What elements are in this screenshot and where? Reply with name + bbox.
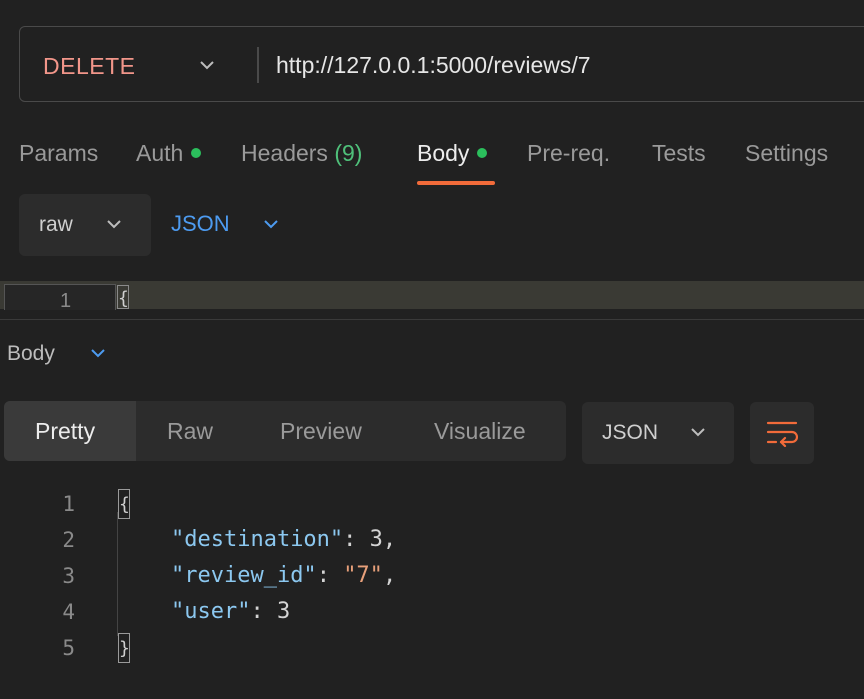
json-value: 3 (276, 599, 291, 624)
tab-label: Body (417, 140, 470, 166)
view-preview[interactable]: Preview (280, 415, 362, 447)
tab-label: Pre-req. (527, 140, 611, 166)
json-key: "user" (170, 599, 251, 624)
tab-label: Params (19, 140, 99, 166)
editor-brace: { (117, 285, 129, 309)
text-wrap-icon (766, 421, 798, 447)
headers-count: (9) (334, 140, 363, 166)
close-brace: } (118, 633, 130, 663)
code-line: } (118, 630, 130, 666)
json-key: "review_id" (170, 563, 317, 588)
tab-label: Headers (241, 140, 328, 166)
url-divider (257, 47, 259, 83)
tab-label: Auth (136, 140, 184, 166)
tab-body[interactable]: Body (417, 136, 488, 170)
tab-settings[interactable]: Settings (745, 136, 828, 170)
tab-label: Tests (652, 140, 706, 166)
json-key: "destination" (170, 527, 344, 552)
http-method-select[interactable]: DELETE (43, 50, 135, 82)
code-line: "destination": 3, (170, 527, 397, 552)
body-mode-label: raw (39, 213, 73, 236)
code-line: { (118, 486, 130, 522)
line-number: 3 (62, 564, 75, 588)
json-value: "7" (343, 563, 383, 588)
request-body-editor[interactable] (0, 281, 864, 309)
pane-divider[interactable] (0, 319, 864, 320)
json-value: 3 (369, 527, 383, 552)
chevron-down-icon[interactable] (88, 343, 108, 363)
url-input[interactable]: http://127.0.0.1:5000/reviews/7 (276, 48, 591, 82)
chevron-down-icon[interactable] (688, 422, 708, 442)
tab-auth[interactable]: Auth (136, 136, 202, 170)
tab-params[interactable]: Params (19, 136, 98, 170)
tab-headers[interactable]: Headers (9) (241, 136, 362, 170)
tab-tests[interactable]: Tests (652, 136, 706, 170)
code-line: "review_id": "7", (170, 563, 397, 588)
line-number: 5 (62, 636, 75, 660)
body-language-select[interactable]: JSON (171, 208, 230, 240)
line-number: 2 (62, 528, 75, 552)
line-number: 4 (62, 600, 75, 624)
view-raw[interactable]: Raw (167, 415, 213, 447)
tab-label: Settings (745, 140, 829, 166)
json-comma: , (382, 527, 397, 552)
view-pretty[interactable]: Pretty (35, 415, 95, 447)
status-dot (191, 147, 202, 158)
open-brace: { (118, 489, 130, 519)
chevron-down-icon[interactable] (104, 214, 124, 234)
active-tab-indicator (417, 181, 495, 185)
response-body-label[interactable]: Body (7, 339, 55, 369)
view-visualize[interactable]: Visualize (434, 415, 526, 447)
response-format-label: JSON (602, 421, 659, 444)
line-number: 1 (62, 492, 75, 516)
tab-pre-request[interactable]: Pre-req. (527, 136, 610, 170)
chevron-down-icon[interactable] (261, 214, 281, 234)
line-number: 1 (60, 290, 72, 309)
chevron-down-icon[interactable] (197, 55, 217, 75)
code-line: "user": 3 (170, 599, 291, 624)
status-dot (477, 147, 488, 158)
json-comma: , (382, 563, 397, 588)
